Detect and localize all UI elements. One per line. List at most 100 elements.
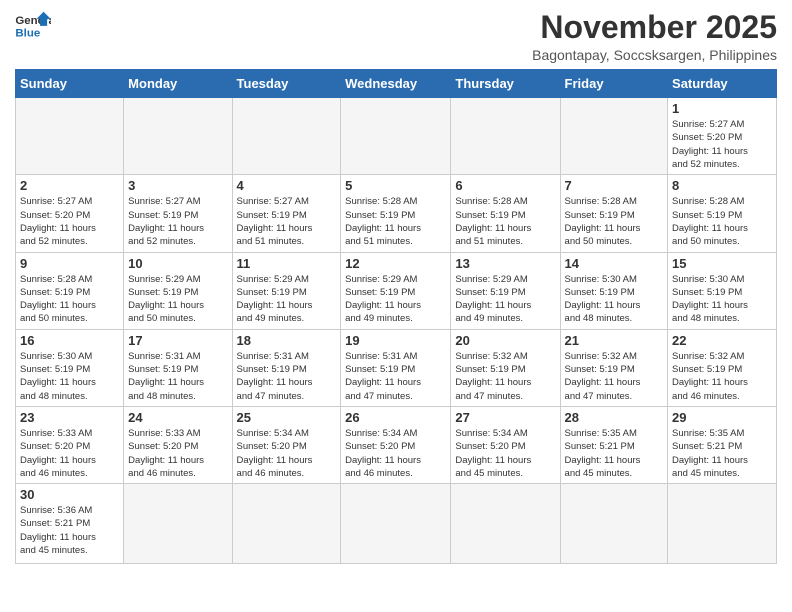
day-info: Sunrise: 5:29 AM Sunset: 5:19 PM Dayligh… [345, 273, 446, 326]
day-info: Sunrise: 5:27 AM Sunset: 5:20 PM Dayligh… [672, 118, 772, 171]
day-number: 16 [20, 333, 119, 348]
day-number: 13 [455, 256, 555, 271]
day-number: 15 [672, 256, 772, 271]
day-number: 21 [565, 333, 664, 348]
day-number: 24 [128, 410, 227, 425]
calendar-cell: 3 Sunrise: 5:27 AM Sunset: 5:19 PM Daylig… [124, 175, 232, 252]
calendar-cell: 22 Sunrise: 5:32 AM Sunset: 5:19 PM Dayli… [668, 329, 777, 406]
day-number: 27 [455, 410, 555, 425]
day-number: 12 [345, 256, 446, 271]
header-thursday: Thursday [451, 70, 560, 98]
calendar-cell [124, 484, 232, 564]
month-title: November 2025 [532, 10, 777, 45]
day-info: Sunrise: 5:27 AM Sunset: 5:20 PM Dayligh… [20, 195, 119, 248]
day-number: 26 [345, 410, 446, 425]
day-number: 11 [237, 256, 337, 271]
calendar-cell: 23Sunrise: 5:33 AM Sunset: 5:20 PM Dayli… [16, 406, 124, 483]
day-info: Sunrise: 5:34 AM Sunset: 5:20 PM Dayligh… [237, 427, 337, 480]
calendar-cell: 17Sunrise: 5:31 AM Sunset: 5:19 PM Dayli… [124, 329, 232, 406]
calendar-cell: 8Sunrise: 5:28 AM Sunset: 5:19 PM Daylig… [668, 175, 777, 252]
day-info: Sunrise: 5:27 AM Sunset: 5:19 PM Dayligh… [128, 195, 227, 248]
day-number: 19 [345, 333, 446, 348]
calendar-cell [16, 98, 124, 175]
day-info: Sunrise: 5:30 AM Sunset: 5:19 PM Dayligh… [565, 273, 664, 326]
calendar-table: SundayMondayTuesdayWednesdayThursdayFrid… [15, 69, 777, 564]
calendar-cell [124, 98, 232, 175]
day-info: Sunrise: 5:34 AM Sunset: 5:20 PM Dayligh… [345, 427, 446, 480]
calendar-cell: 15Sunrise: 5:30 AM Sunset: 5:19 PM Dayli… [668, 252, 777, 329]
day-number: 28 [565, 410, 664, 425]
day-number: 22 [672, 333, 772, 348]
calendar-cell: 7Sunrise: 5:28 AM Sunset: 5:19 PM Daylig… [560, 175, 668, 252]
calendar-cell: 14 Sunrise: 5:30 AM Sunset: 5:19 PM Dayli… [560, 252, 668, 329]
day-number: 29 [672, 410, 772, 425]
day-number: 20 [455, 333, 555, 348]
calendar-cell: 10Sunrise: 5:29 AM Sunset: 5:19 PM Dayli… [124, 252, 232, 329]
calendar-cell [341, 484, 451, 564]
calendar-cell: 20Sunrise: 5:32 AM Sunset: 5:19 PM Dayli… [451, 329, 560, 406]
day-number: 18 [237, 333, 337, 348]
day-info: Sunrise: 5:33 AM Sunset: 5:20 PM Dayligh… [128, 427, 227, 480]
day-info: Sunrise: 5:28 AM Sunset: 5:19 PM Dayligh… [672, 195, 772, 248]
day-number: 30 [20, 487, 119, 502]
calendar-cell [668, 484, 777, 564]
calendar-cell: 2 Sunrise: 5:27 AM Sunset: 5:20 PM Daylig… [16, 175, 124, 252]
calendar-cell [451, 98, 560, 175]
calendar-cell: 29 Sunrise: 5:35 AM Sunset: 5:21 PM Dayli… [668, 406, 777, 483]
calendar-cell: 25Sunrise: 5:34 AM Sunset: 5:20 PM Dayli… [232, 406, 341, 483]
calendar-cell [560, 484, 668, 564]
calendar-cell [341, 98, 451, 175]
calendar-cell [232, 484, 341, 564]
day-info: Sunrise: 5:28 AM Sunset: 5:19 PM Dayligh… [20, 273, 119, 326]
calendar-cell: 9Sunrise: 5:28 AM Sunset: 5:19 PM Daylig… [16, 252, 124, 329]
calendar-cell: 18Sunrise: 5:31 AM Sunset: 5:19 PM Dayli… [232, 329, 341, 406]
day-number: 5 [345, 178, 446, 193]
calendar-cell: 6 Sunrise: 5:28 AM Sunset: 5:19 PM Daylig… [451, 175, 560, 252]
day-info: Sunrise: 5:27 AM Sunset: 5:19 PM Dayligh… [237, 195, 337, 248]
week-row-2: 2 Sunrise: 5:27 AM Sunset: 5:20 PM Daylig… [16, 175, 777, 252]
calendar-cell: 30Sunrise: 5:36 AM Sunset: 5:21 PM Dayli… [16, 484, 124, 564]
calendar-cell: 24 Sunrise: 5:33 AM Sunset: 5:20 PM Dayli… [124, 406, 232, 483]
header-saturday: Saturday [668, 70, 777, 98]
week-row-4: 16 Sunrise: 5:30 AM Sunset: 5:19 PM Dayli… [16, 329, 777, 406]
day-info: Sunrise: 5:32 AM Sunset: 5:19 PM Dayligh… [565, 350, 664, 403]
calendar-cell: 27Sunrise: 5:34 AM Sunset: 5:20 PM Dayli… [451, 406, 560, 483]
svg-text:Blue: Blue [15, 27, 40, 39]
calendar-page: General Blue November 2025 Bagontapay, S… [0, 0, 792, 574]
title-area: November 2025 Bagontapay, Soccsksargen, … [532, 10, 777, 63]
day-number: 14 [565, 256, 664, 271]
calendar-cell: 28 Sunrise: 5:35 AM Sunset: 5:21 PM Dayli… [560, 406, 668, 483]
calendar-cell: 19 Sunrise: 5:31 AM Sunset: 5:19 PM Dayli… [341, 329, 451, 406]
day-number: 6 [455, 178, 555, 193]
day-info: Sunrise: 5:28 AM Sunset: 5:19 PM Dayligh… [565, 195, 664, 248]
calendar-cell: 26 Sunrise: 5:34 AM Sunset: 5:20 PM Dayli… [341, 406, 451, 483]
day-info: Sunrise: 5:35 AM Sunset: 5:21 PM Dayligh… [565, 427, 664, 480]
day-number: 4 [237, 178, 337, 193]
calendar-cell: 21 Sunrise: 5:32 AM Sunset: 5:19 PM Dayli… [560, 329, 668, 406]
day-info: Sunrise: 5:28 AM Sunset: 5:19 PM Dayligh… [345, 195, 446, 248]
day-info: Sunrise: 5:29 AM Sunset: 5:19 PM Dayligh… [455, 273, 555, 326]
header-wednesday: Wednesday [341, 70, 451, 98]
day-number: 1 [672, 101, 772, 116]
calendar-cell [451, 484, 560, 564]
day-number: 3 [128, 178, 227, 193]
header-row: SundayMondayTuesdayWednesdayThursdayFrid… [16, 70, 777, 98]
week-row-1: 1 Sunrise: 5:27 AM Sunset: 5:20 PM Daylig… [16, 98, 777, 175]
day-info: Sunrise: 5:28 AM Sunset: 5:19 PM Dayligh… [455, 195, 555, 248]
calendar-cell: 12 Sunrise: 5:29 AM Sunset: 5:19 PM Dayli… [341, 252, 451, 329]
logo-icon: General Blue [15, 10, 51, 40]
calendar-cell [560, 98, 668, 175]
calendar-cell: 16 Sunrise: 5:30 AM Sunset: 5:19 PM Dayli… [16, 329, 124, 406]
day-info: Sunrise: 5:30 AM Sunset: 5:19 PM Dayligh… [20, 350, 119, 403]
calendar-cell: 13 Sunrise: 5:29 AM Sunset: 5:19 PM Dayli… [451, 252, 560, 329]
day-info: Sunrise: 5:35 AM Sunset: 5:21 PM Dayligh… [672, 427, 772, 480]
day-number: 2 [20, 178, 119, 193]
logo: General Blue [15, 10, 51, 40]
calendar-cell: 1 Sunrise: 5:27 AM Sunset: 5:20 PM Daylig… [668, 98, 777, 175]
calendar-cell [232, 98, 341, 175]
day-number: 23 [20, 410, 119, 425]
header-friday: Friday [560, 70, 668, 98]
day-info: Sunrise: 5:31 AM Sunset: 5:19 PM Dayligh… [345, 350, 446, 403]
calendar-cell: 11Sunrise: 5:29 AM Sunset: 5:19 PM Dayli… [232, 252, 341, 329]
day-info: Sunrise: 5:32 AM Sunset: 5:19 PM Dayligh… [672, 350, 772, 403]
